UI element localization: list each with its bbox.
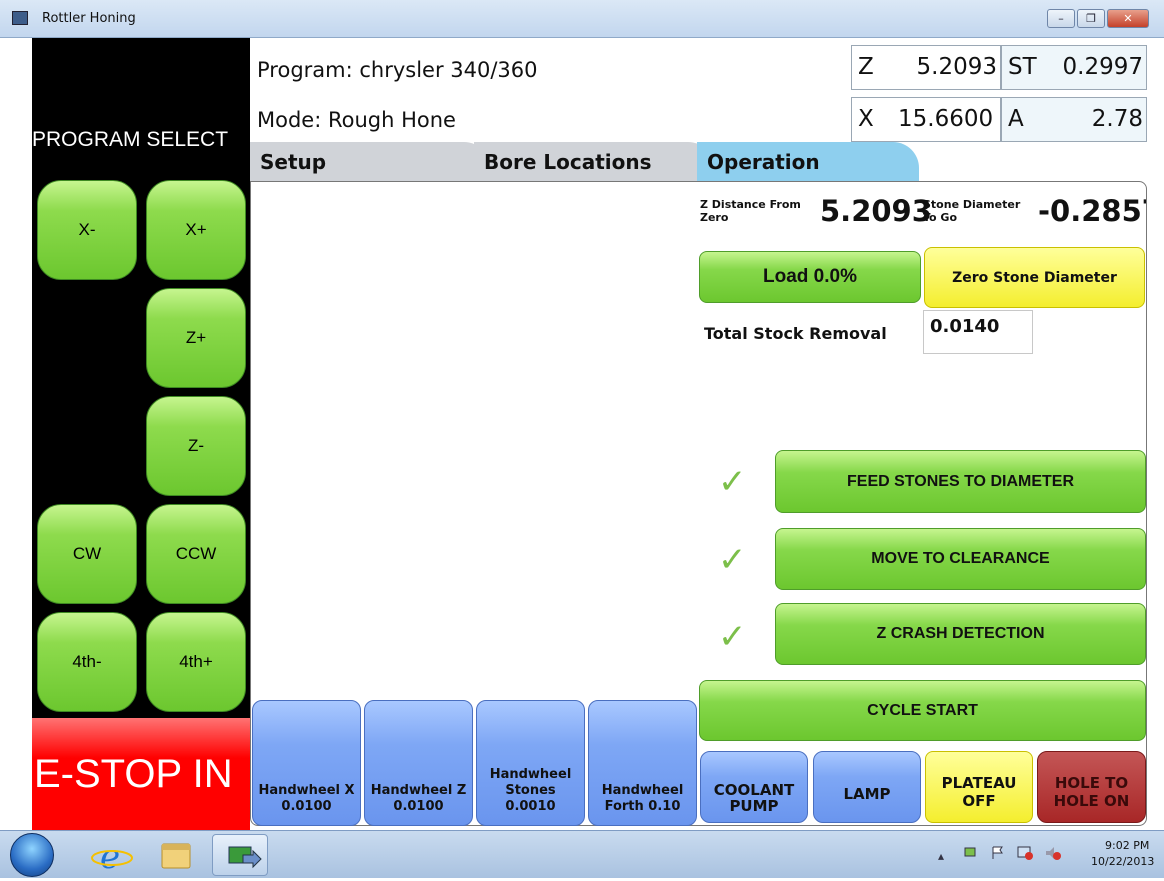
lamp-button[interactable]: LAMP bbox=[813, 751, 921, 823]
tray-expand-icon[interactable]: ▴ bbox=[938, 849, 944, 863]
jog-x-plus-button[interactable]: X+ bbox=[146, 180, 246, 280]
plateau-button[interactable]: PLATEAU OFF bbox=[925, 751, 1033, 823]
mode-label: Mode: Rough Hone bbox=[257, 108, 456, 132]
internet-explorer-icon[interactable]: e bbox=[84, 834, 140, 877]
close-button[interactable]: ✕ bbox=[1107, 9, 1149, 28]
maximize-button[interactable]: ❐ bbox=[1077, 9, 1105, 28]
file-explorer-icon[interactable] bbox=[148, 834, 204, 876]
rottler-app-taskbar-icon[interactable] bbox=[212, 834, 268, 876]
total-stock-label: Total Stock Removal bbox=[704, 324, 887, 343]
jog-z-minus-button[interactable]: Z- bbox=[146, 396, 246, 496]
handwheel-x-button[interactable]: Handwheel X 0.0100 bbox=[252, 700, 361, 826]
rotate-ccw-button[interactable]: CCW bbox=[146, 504, 246, 604]
taskbar: e ▴ 9:02 PM 10/22/2013 bbox=[0, 830, 1164, 878]
rotate-cw-button[interactable]: CW bbox=[37, 504, 137, 604]
cycle-start-button[interactable]: CYCLE START bbox=[699, 680, 1146, 741]
zero-stone-diameter-button[interactable]: Zero Stone Diameter bbox=[924, 247, 1145, 308]
handwheel-stones-button[interactable]: Handwheel Stones 0.0010 bbox=[476, 700, 585, 826]
z-crash-detection-button[interactable]: Z CRASH DETECTION bbox=[775, 603, 1146, 665]
jog-x-minus-button[interactable]: X- bbox=[37, 180, 137, 280]
action-center-flag-icon[interactable] bbox=[990, 845, 1006, 864]
clock-time[interactable]: 9:02 PM bbox=[1105, 839, 1149, 852]
stone-diameter-label: Stone Diameter To Go bbox=[923, 198, 1021, 224]
minimize-button[interactable]: – bbox=[1047, 9, 1075, 28]
handwheel-forth-button[interactable]: Handwheel Forth 0.10 bbox=[588, 700, 697, 826]
a-readout: A 2.78 bbox=[1001, 97, 1147, 142]
app-icon bbox=[12, 11, 28, 25]
stone-diameter-window: -0.2857 bbox=[1038, 194, 1146, 228]
z-crash-check-icon: ✓ bbox=[718, 617, 747, 657]
load-button[interactable]: Load 0.0% bbox=[699, 251, 921, 303]
window-title: Rottler Honing bbox=[42, 11, 136, 26]
st-readout: ST 0.2997 bbox=[1001, 45, 1147, 90]
svg-text:e: e bbox=[100, 837, 120, 876]
window-titlebar: Rottler Honing – ❐ ✕ bbox=[0, 0, 1164, 38]
z-readout: Z 5.2093 bbox=[851, 45, 1001, 90]
move-clearance-check-icon: ✓ bbox=[718, 540, 747, 580]
network-error-icon[interactable] bbox=[1016, 845, 1034, 864]
program-select-button[interactable]: PROGRAM SELECT bbox=[32, 128, 250, 152]
tab-operation[interactable]: Operation bbox=[697, 142, 919, 182]
jog-z-plus-button[interactable]: Z+ bbox=[146, 288, 246, 388]
feed-stones-check-icon: ✓ bbox=[718, 462, 747, 502]
hole-to-hole-button[interactable]: HOLE TO HOLE ON bbox=[1037, 751, 1146, 823]
start-button-icon[interactable] bbox=[10, 833, 54, 877]
estop-button[interactable]: E-STOP IN bbox=[32, 718, 250, 830]
z-distance-value: 5.2093 bbox=[820, 194, 932, 228]
jog-4th-minus-button[interactable]: 4th- bbox=[37, 612, 137, 712]
volume-muted-icon[interactable] bbox=[1044, 845, 1062, 864]
estop-label: E-STOP IN bbox=[34, 751, 233, 796]
x-readout: X 15.6600 bbox=[851, 97, 1001, 142]
handwheel-z-button[interactable]: Handwheel Z 0.0100 bbox=[364, 700, 473, 826]
clock-date[interactable]: 10/22/2013 bbox=[1091, 855, 1154, 868]
z-distance-label: Z Distance From Zero bbox=[700, 198, 801, 224]
coolant-pump-button[interactable]: COOLANT PUMP bbox=[700, 751, 808, 823]
move-to-clearance-button[interactable]: MOVE TO CLEARANCE bbox=[775, 528, 1146, 590]
total-stock-value: 0.0140 bbox=[923, 310, 1033, 354]
feed-stones-button[interactable]: FEED STONES TO DIAMETER bbox=[775, 450, 1146, 513]
jog-4th-plus-button[interactable]: 4th+ bbox=[146, 612, 246, 712]
tab-setup[interactable]: Setup bbox=[250, 142, 490, 182]
stone-diameter-value: -0.2857 bbox=[1038, 194, 1146, 228]
program-name: Program: chrysler 340/360 bbox=[257, 58, 538, 82]
tab-bore-locations[interactable]: Bore Locations bbox=[474, 142, 714, 182]
network-tray-icon[interactable] bbox=[962, 845, 978, 864]
